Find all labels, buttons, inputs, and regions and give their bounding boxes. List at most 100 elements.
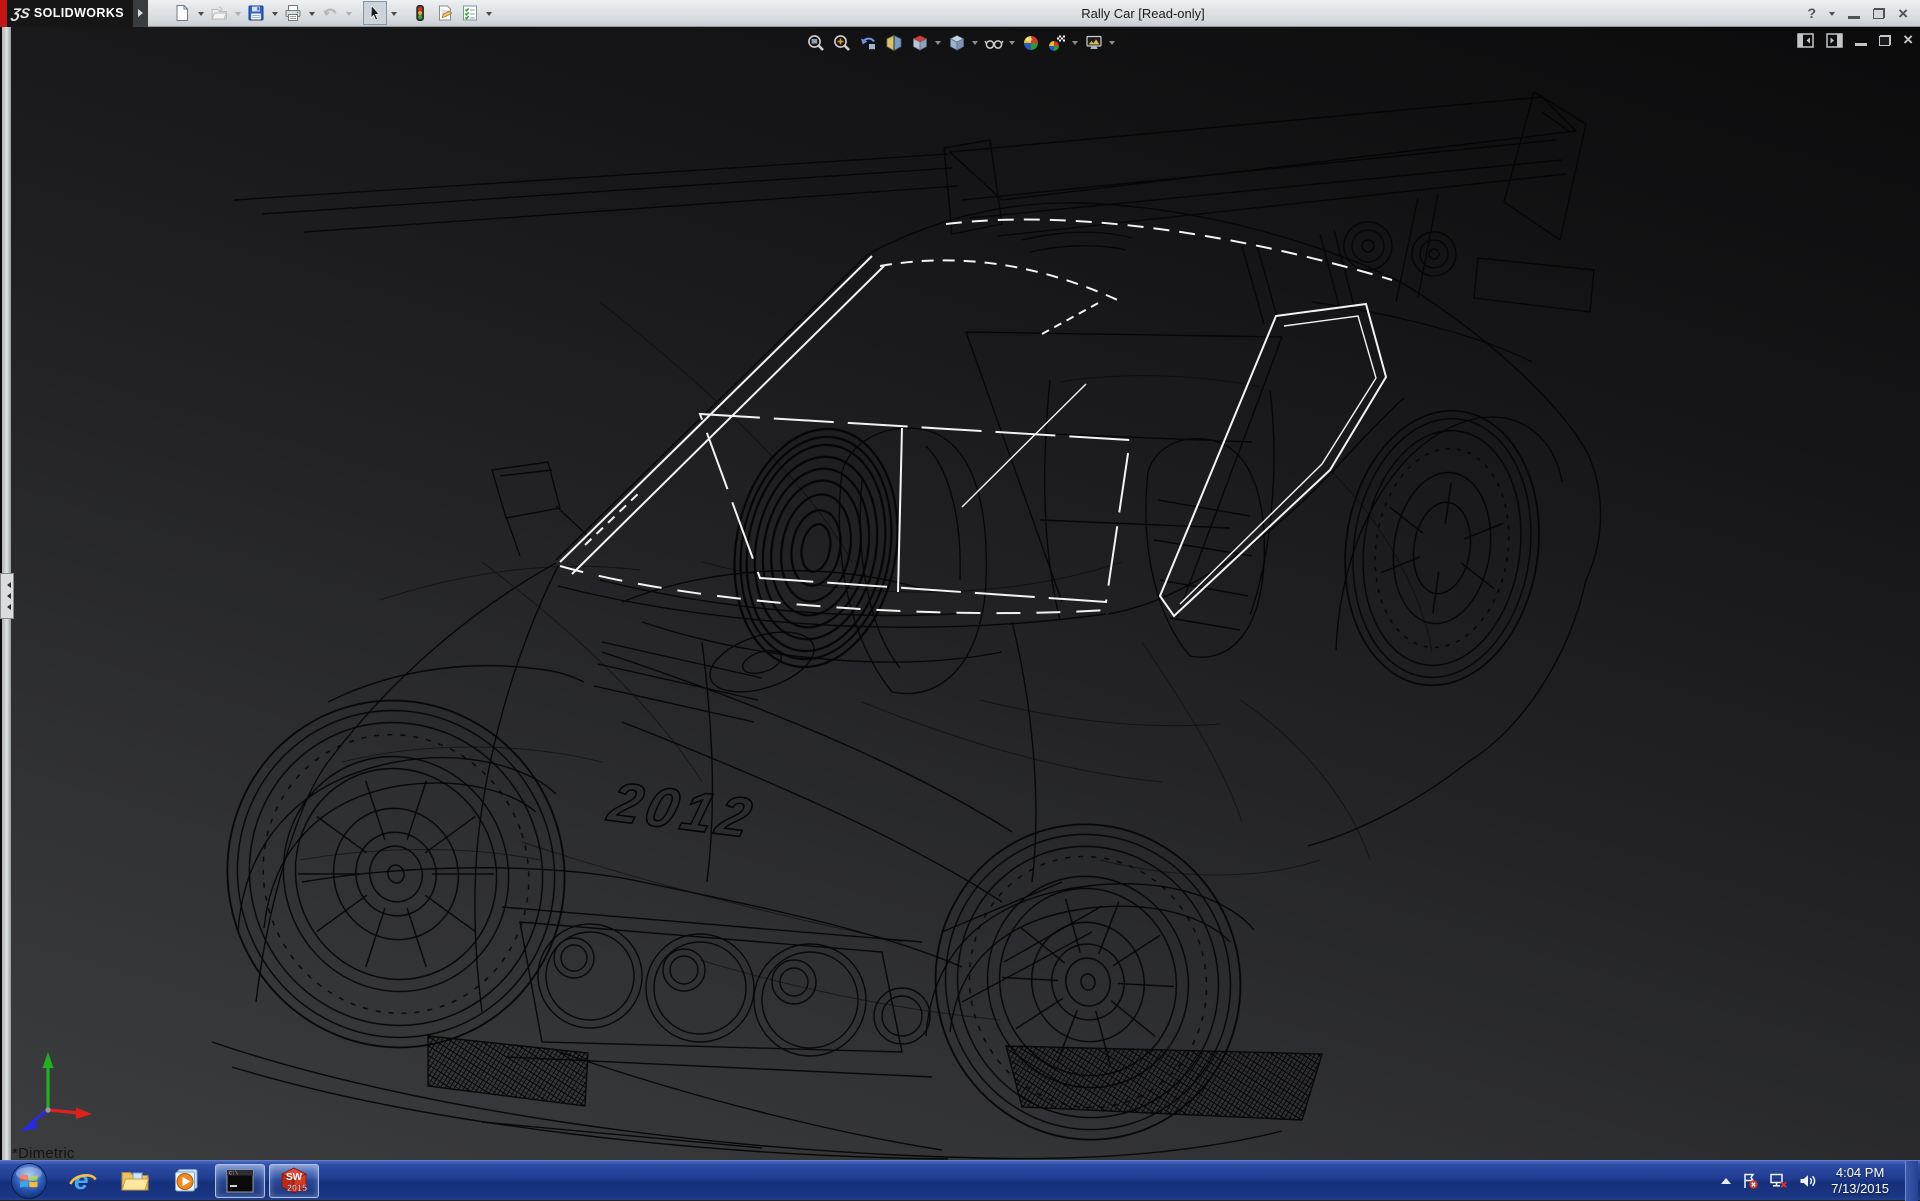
- network-status-icon[interactable]: [1769, 1172, 1788, 1190]
- help-dropdown[interactable]: [1829, 12, 1835, 19]
- apply-scene-icon: [1047, 33, 1067, 53]
- show-feature-pane-left-icon[interactable]: [1797, 33, 1814, 48]
- zoom-to-area-icon: [832, 33, 852, 53]
- file-properties-button[interactable]: [433, 1, 457, 25]
- file-properties-icon: [436, 4, 454, 22]
- heads-up-view-toolbar: [803, 30, 1117, 55]
- windows-taskbar: e C:\ SW 2015: [0, 1160, 1920, 1200]
- chevron-left-icon: [4, 604, 11, 610]
- panel-splitter-handle[interactable]: [0, 573, 14, 619]
- orientation-triad: [14, 1044, 98, 1136]
- view-orientation-dropdown[interactable]: [933, 30, 943, 55]
- select-cursor-icon: [366, 4, 384, 22]
- new-document-dropdown[interactable]: [195, 1, 206, 25]
- view-settings-dropdown[interactable]: [1107, 30, 1117, 55]
- app-accent-strip: [0, 0, 7, 27]
- window-controls: ? ×: [1808, 5, 1920, 22]
- car-wheels-wireframe: [182, 398, 1556, 1160]
- new-document-button[interactable]: [170, 1, 194, 25]
- appearance-ball-icon: [1021, 33, 1041, 53]
- edit-appearance-button[interactable]: [1018, 30, 1043, 55]
- solidworks-logo: ƷS SOLIDWORKS: [7, 0, 133, 27]
- show-feature-pane-right-icon[interactable]: [1826, 33, 1843, 48]
- zoom-to-fit-icon: [806, 33, 826, 53]
- zoom-to-area-button[interactable]: [829, 30, 854, 55]
- svg-text:e: e: [74, 1166, 88, 1195]
- system-tray: 4:04 PM 7/13/2015: [1721, 1161, 1920, 1201]
- display-style-button[interactable]: [944, 30, 969, 55]
- taskbar-windows-explorer[interactable]: [109, 1161, 161, 1201]
- previous-view-icon: [858, 33, 878, 53]
- show-hidden-icons-button[interactable]: [1721, 1173, 1731, 1184]
- print-dropdown[interactable]: [306, 1, 317, 25]
- print-button[interactable]: [281, 1, 305, 25]
- window-title: Rally Car [Read-only]: [366, 0, 1920, 27]
- taskbar-solidworks-2015[interactable]: SW 2015: [269, 1164, 319, 1198]
- document-close-button[interactable]: ×: [1903, 32, 1913, 48]
- select-tool-dropdown[interactable]: [388, 1, 399, 25]
- open-dropdown[interactable]: [232, 1, 243, 25]
- options-button[interactable]: [458, 1, 482, 25]
- command-prompt-icon: C:\: [226, 1169, 254, 1193]
- show-desktop-button[interactable]: [1905, 1161, 1918, 1201]
- model-decal-text: 2012: [602, 770, 763, 849]
- action-center-flag-icon[interactable]: [1741, 1172, 1759, 1190]
- print-icon: [284, 4, 302, 22]
- chevron-right-icon: [138, 9, 147, 17]
- internet-explorer-icon: e: [68, 1166, 98, 1196]
- zoom-to-fit-button[interactable]: [803, 30, 828, 55]
- display-style-icon: [947, 33, 967, 53]
- hide-show-items-dropdown[interactable]: [1007, 30, 1017, 55]
- car-body-wireframe: 2012: [212, 92, 1601, 1159]
- close-button[interactable]: ×: [1898, 5, 1908, 22]
- apply-scene-dropdown[interactable]: [1070, 30, 1080, 55]
- save-button[interactable]: [244, 1, 268, 25]
- undo-button[interactable]: [318, 1, 342, 25]
- brand-name: SOLIDWORKS: [34, 6, 124, 20]
- rebuild-button[interactable]: [408, 1, 432, 25]
- sw-year: 2015: [287, 1183, 307, 1193]
- main-toolbar: [170, 1, 494, 25]
- document-minimize-button[interactable]: [1855, 43, 1867, 46]
- view-settings-button[interactable]: [1081, 30, 1106, 55]
- save-icon: [247, 4, 265, 22]
- menu-expand-button[interactable]: [133, 0, 148, 27]
- open-folder-icon: [210, 4, 228, 22]
- volume-icon[interactable]: [1798, 1172, 1817, 1190]
- tray-date: 7/13/2015: [1831, 1181, 1889, 1197]
- view-orientation-button[interactable]: [907, 30, 932, 55]
- taskbar-media-player[interactable]: [161, 1161, 213, 1201]
- save-dropdown[interactable]: [269, 1, 280, 25]
- eyeglasses-icon: [984, 33, 1004, 53]
- view-orientation-label: *Dimetric: [12, 1145, 75, 1160]
- taskbar-internet-explorer[interactable]: e: [57, 1161, 109, 1201]
- options-dropdown[interactable]: [483, 1, 494, 25]
- start-button[interactable]: [9, 1161, 49, 1201]
- taskbar-command-prompt[interactable]: C:\: [215, 1164, 265, 1198]
- apply-scene-button[interactable]: [1044, 30, 1069, 55]
- section-view-icon: [884, 33, 904, 53]
- folder-icon: [120, 1166, 150, 1196]
- hide-show-items-button[interactable]: [981, 30, 1006, 55]
- solidworks-2015-icon: SW 2015: [279, 1166, 309, 1196]
- section-view-button[interactable]: [881, 30, 906, 55]
- sw-letters: SW: [286, 1172, 303, 1183]
- restore-button[interactable]: [1873, 8, 1885, 19]
- open-button[interactable]: [207, 1, 231, 25]
- wireframe-car-model[interactable]: 2012: [0, 27, 1920, 1160]
- minimize-button[interactable]: [1848, 16, 1860, 19]
- display-style-dropdown[interactable]: [970, 30, 980, 55]
- chevron-left-icon: [4, 593, 11, 599]
- title-bar: ƷS SOLIDWORKS: [0, 0, 1920, 27]
- tray-clock[interactable]: 4:04 PM 7/13/2015: [1831, 1165, 1889, 1197]
- graphics-viewport[interactable]: 2012: [0, 27, 1920, 1160]
- select-tool-button[interactable]: [363, 1, 387, 25]
- undo-dropdown[interactable]: [343, 1, 354, 25]
- new-document-icon: [173, 4, 191, 22]
- media-player-icon: [172, 1166, 202, 1196]
- document-window-controls: ×: [1797, 32, 1913, 48]
- view-settings-icon: [1084, 33, 1104, 53]
- help-button[interactable]: ?: [1808, 5, 1817, 21]
- previous-view-button[interactable]: [855, 30, 880, 55]
- document-restore-button[interactable]: [1879, 35, 1891, 46]
